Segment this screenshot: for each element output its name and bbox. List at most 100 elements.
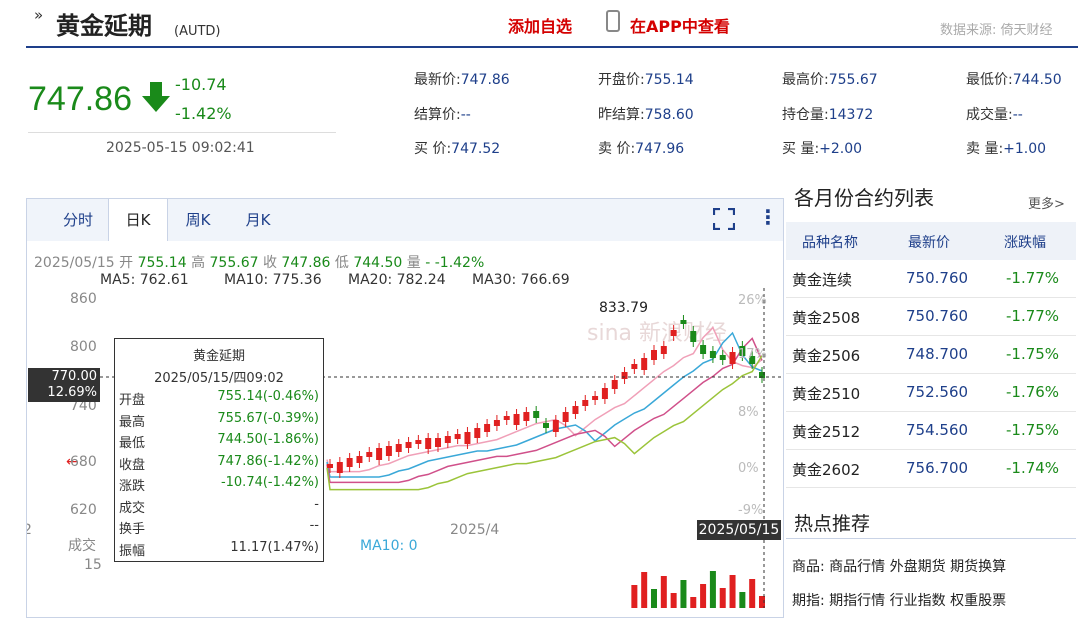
hot-divider (786, 538, 1076, 539)
candle (376, 448, 383, 460)
contract-name: 黄金2512 (792, 423, 861, 441)
tab-timeshare[interactable]: 分时 (48, 199, 108, 241)
quote-field-value: 755.14 (644, 72, 694, 88)
tooltip-value: -- (309, 518, 319, 533)
hot-row-index: 期指: 期指行情 行业指数 权重股票 (792, 590, 1006, 610)
candle (601, 388, 608, 399)
tooltip-key: 振幅 (119, 543, 146, 559)
quote-field: 最高价:755.67 (782, 69, 878, 89)
quote-field: 最低价:744.50 (966, 69, 1062, 89)
volume-bar (700, 584, 707, 608)
right-axis-label: 17% (738, 347, 767, 362)
quote-field-value: 758.60 (644, 107, 694, 123)
volume-label: 成交 (68, 537, 96, 554)
contract-change: -1.77% (1006, 307, 1060, 325)
hot-title: 热点推荐 (794, 513, 871, 535)
candle (533, 411, 540, 418)
right-axis-label: 0% (738, 461, 759, 476)
quote-field-value: +1.00 (1003, 141, 1047, 157)
volume-bar (749, 579, 756, 608)
info-volume-label: 量 (406, 255, 421, 271)
candle (327, 464, 333, 468)
quote-field-value: 747.96 (635, 141, 685, 157)
tooltip-value: 755.67(-0.39%) (217, 410, 319, 426)
ma-line (326, 326, 763, 473)
quote-field-value: 744.50 (1012, 72, 1062, 88)
tooltip-value: - (314, 496, 319, 512)
ma10-label: MA10: 775.36 (224, 272, 322, 288)
tab-daily-k[interactable]: 日K (108, 199, 168, 241)
quote-field-label: 卖 价: (598, 141, 636, 157)
tooltip-value: -10.74(-1.42%) (220, 475, 319, 490)
quote-field-label: 最新价: (414, 72, 461, 88)
tooltip-key: 成交 (119, 500, 146, 516)
contract-name: 黄金2510 (792, 385, 861, 403)
more-menu-icon[interactable]: ⋮ (758, 207, 778, 227)
candle (660, 346, 667, 354)
quote-field-label: 最高价: (782, 72, 829, 88)
candle (592, 396, 599, 400)
y-label-680: 680 (70, 454, 97, 470)
hot-row-links[interactable]: 期指行情 行业指数 权重股票 (829, 593, 1006, 609)
y-label-800: 800 (70, 339, 97, 355)
quote-field-label: 最低价: (966, 72, 1013, 88)
view-in-app-button[interactable]: 在APP中查看 (630, 13, 730, 37)
quote-field: 卖 量:+1.00 (966, 138, 1046, 158)
info-volume: - -1.42% (425, 255, 485, 271)
tooltip-key: 最低 (119, 436, 146, 451)
candle (700, 345, 707, 354)
info-open: 755.14 (137, 255, 187, 271)
candle (513, 414, 520, 425)
info-high-label: 高 (191, 255, 206, 271)
quote-field-label: 成交量: (966, 107, 1013, 123)
contract-name: 黄金2602 (792, 461, 861, 479)
contract-price: 748.700 (906, 345, 969, 363)
hot-row-links[interactable]: 商品行情 外盘期货 期货换算 (829, 559, 1006, 575)
add-watchlist-button[interactable]: 添加自选 (508, 13, 572, 37)
tooltip-key: 最高 (119, 414, 146, 430)
candle (729, 352, 736, 364)
fullscreen-icon[interactable] (713, 208, 735, 230)
ma5-label: MA5: 762.61 (100, 272, 189, 288)
peak-label: 833.79 (599, 300, 648, 316)
candle (493, 420, 500, 426)
quote-divider (28, 132, 336, 133)
candle (425, 438, 432, 449)
candle (385, 446, 392, 456)
price-change: -10.74 (175, 75, 227, 94)
candle (415, 440, 422, 444)
quote-field-value: -- (460, 107, 471, 123)
quote-field: 买 价:747.52 (414, 138, 500, 158)
info-close-label: 收 (262, 255, 277, 271)
contract-change: -1.75% (1006, 345, 1060, 363)
quote-field-value: 747.86 (460, 72, 510, 88)
candle (366, 452, 373, 457)
tab-weekly-k[interactable]: 周K (168, 199, 228, 241)
y-label-620: 620 (70, 502, 97, 518)
quote-field-label: 开盘价: (598, 72, 645, 88)
contract-change: -1.75% (1006, 421, 1060, 439)
volume-bar (631, 585, 638, 608)
tooltip-value: 747.86(-1.42%) (217, 453, 319, 469)
volume-bar (651, 589, 657, 608)
contracts-more-link[interactable]: 更多> (1028, 193, 1065, 212)
tab-monthly-k[interactable]: 月K (228, 199, 288, 241)
tooltip-key: 收盘 (119, 457, 146, 473)
volume-bar (739, 592, 746, 608)
candle (395, 444, 402, 452)
quote-field-label: 持仓量: (782, 107, 829, 123)
tooltip-key: 涨跌 (119, 479, 146, 494)
tooltip-key: 换手 (119, 522, 146, 537)
contract-name: 黄金连续 (792, 271, 853, 289)
candle (690, 331, 697, 342)
candle (464, 432, 471, 444)
quote-field-value: 755.67 (828, 72, 878, 88)
candle (611, 380, 618, 389)
current-price: 747.86 (28, 80, 132, 118)
ohlc-tooltip: 黄金延期 2025/05/15/四09:02 开盘 755.14(-0.46%) 最… (114, 338, 324, 562)
right-axis-label: 26% (738, 293, 767, 308)
quote-field: 持仓量:14372 (782, 104, 873, 124)
tooltip-key: 开盘 (119, 393, 146, 408)
hot-row-commodity: 商品: 商品行情 外盘期货 期货换算 (792, 556, 1006, 576)
bar-info-line: 2025/05/15 开 755.14 高 755.67 收 747.86 低 … (34, 252, 484, 272)
